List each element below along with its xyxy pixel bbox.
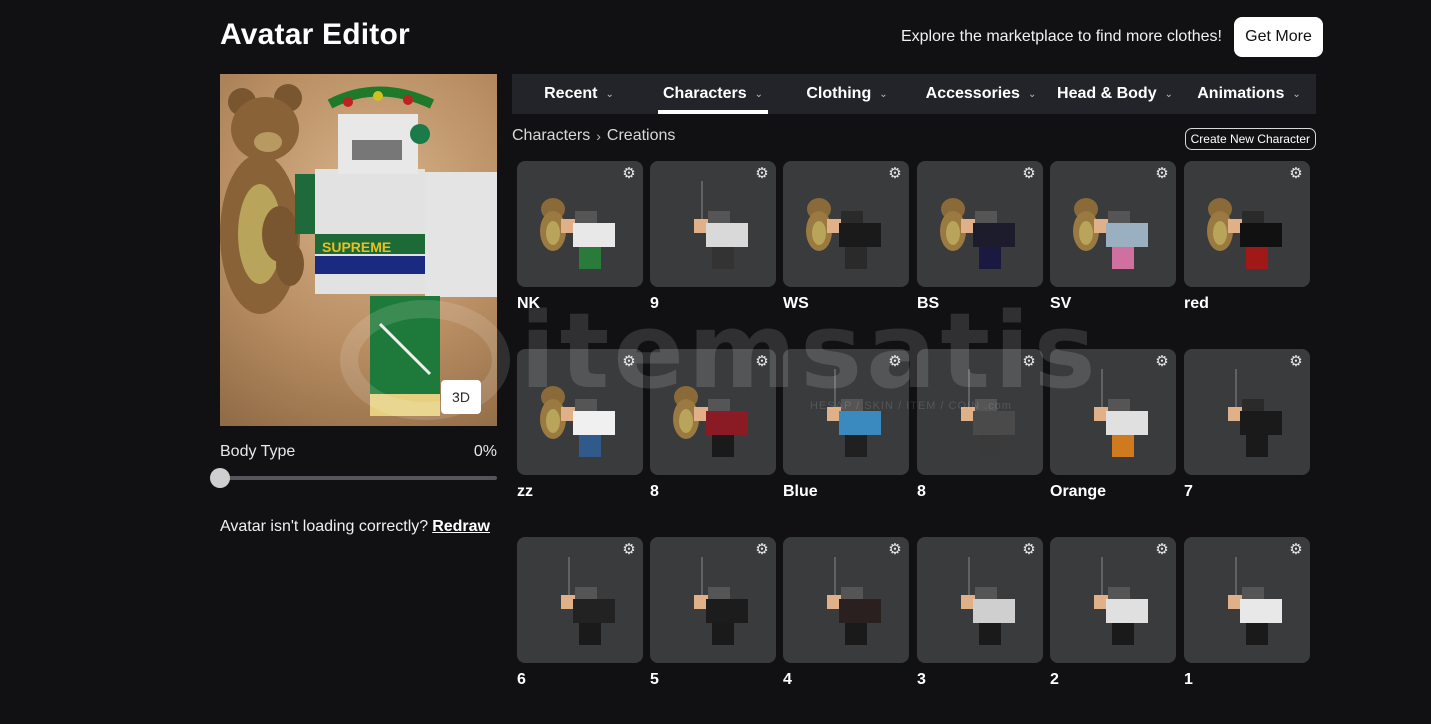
chevron-down-icon: ⌄ <box>754 88 763 100</box>
character-name[interactable]: WS <box>783 295 809 313</box>
breadcrumb: Characters › Creations <box>512 127 675 145</box>
character-thumbnail <box>694 557 748 645</box>
chevron-down-icon: ⌄ <box>605 88 614 100</box>
character-card[interactable]: ⚙ <box>517 161 643 287</box>
create-new-character-button[interactable]: Create New Character <box>1184 128 1316 150</box>
character-thumbnail <box>1073 198 1148 269</box>
character-thumbnail <box>1207 198 1282 269</box>
character-name[interactable]: Orange <box>1050 483 1106 501</box>
character-card[interactable]: ⚙ <box>650 537 776 663</box>
character-name[interactable]: NK <box>517 295 540 313</box>
tab-accessories[interactable]: Accessories ⌄ <box>914 74 1048 114</box>
character-card[interactable]: ⚙ <box>917 161 1043 287</box>
character-thumbnail <box>1228 557 1282 645</box>
character-card[interactable]: ⚙ <box>1050 161 1176 287</box>
tab-label: Animations <box>1197 85 1285 102</box>
character-thumbnail <box>561 557 615 645</box>
character-card[interactable]: ⚙ <box>1050 537 1176 663</box>
character-card[interactable]: ⚙ <box>917 537 1043 663</box>
tab-clothing[interactable]: Clothing ⌄ <box>780 74 914 114</box>
character-card[interactable]: ⚙ <box>1184 161 1310 287</box>
tab-recent[interactable]: Recent ⌄ <box>512 74 646 114</box>
chevron-down-icon: ⌄ <box>1164 88 1173 100</box>
character-thumbnail <box>1094 557 1148 645</box>
character-card[interactable]: ⚙ <box>1184 349 1310 475</box>
character-name[interactable]: SV <box>1050 295 1071 313</box>
chevron-down-icon: ⌄ <box>1027 88 1037 100</box>
character-name[interactable]: 7 <box>1184 483 1193 501</box>
character-name[interactable]: 3 <box>917 671 926 689</box>
avatar-preview[interactable]: SUPREME 3D <box>220 74 497 426</box>
character-card[interactable]: ⚙ <box>1050 349 1176 475</box>
character-card[interactable]: ⚙ <box>517 537 643 663</box>
character-card[interactable]: ⚙ <box>650 349 776 475</box>
character-name[interactable]: Blue <box>783 483 818 501</box>
character-thumbnail <box>1094 369 1148 457</box>
character-thumbnail <box>1228 369 1282 457</box>
character-thumbnail <box>961 557 1015 645</box>
breadcrumb-parent[interactable]: Characters <box>512 127 590 145</box>
character-name[interactable]: 1 <box>1184 671 1193 689</box>
tab-label: Recent <box>544 85 598 102</box>
tab-label: Characters <box>663 85 747 102</box>
tab-animations[interactable]: Animations ⌄ <box>1182 74 1316 114</box>
character-name[interactable]: 5 <box>650 671 659 689</box>
breadcrumb-current: Creations <box>606 127 676 144</box>
teddy-bear-accessory <box>220 84 304 314</box>
character-card[interactable]: ⚙ <box>783 161 909 287</box>
tab-characters[interactable]: Characters ⌄ <box>646 74 780 114</box>
tab-label: Head & Body <box>1057 85 1157 102</box>
character-name[interactable]: 9 <box>650 295 659 313</box>
redraw-row: Avatar isn't loading correctly? Redraw <box>220 518 490 536</box>
character-name[interactable]: 2 <box>1050 671 1059 689</box>
body-type-value: 0% <box>473 443 497 460</box>
character-thumbnail <box>827 557 881 645</box>
character-card[interactable]: ⚙ <box>517 349 643 475</box>
character-card[interactable]: ⚙ <box>917 349 1043 475</box>
body-type-slider-thumb[interactable] <box>210 468 230 488</box>
body-type-slider-track[interactable] <box>220 476 497 480</box>
character-card[interactable]: ⚙ <box>1184 537 1310 663</box>
character-name[interactable]: 6 <box>517 671 526 689</box>
character-name[interactable]: 8 <box>650 483 659 501</box>
body-type-label: Body Type <box>220 443 296 460</box>
character-card[interactable]: ⚙ <box>650 161 776 287</box>
svg-text:SUPREME: SUPREME <box>322 239 391 255</box>
character-thumbnail <box>673 386 748 457</box>
character-thumbnail <box>540 198 615 269</box>
character-card[interactable]: ⚙ <box>783 349 909 475</box>
tab-label: Clothing <box>806 85 872 102</box>
body-type-row: Body Type 0% <box>220 443 497 461</box>
promo-text: Explore the marketplace to find more clo… <box>900 28 1222 45</box>
character-name[interactable]: red <box>1184 295 1209 313</box>
character-name[interactable]: 4 <box>783 671 792 689</box>
view-3d-button[interactable]: 3D <box>441 380 481 414</box>
redraw-prompt: Avatar isn't loading correctly? <box>220 518 429 535</box>
character-thumbnail <box>806 198 881 269</box>
tab-head-body[interactable]: Head & Body ⌄ <box>1048 74 1182 114</box>
character-thumbnail <box>961 369 1015 457</box>
get-more-button[interactable]: Get More <box>1234 17 1323 57</box>
page-title: Avatar Editor <box>220 18 410 51</box>
promo-bar: Explore the marketplace to find more clo… <box>901 17 1323 57</box>
chevron-down-icon: ⌄ <box>1292 88 1301 100</box>
character-thumbnail <box>827 369 881 457</box>
redraw-link[interactable]: Redraw <box>432 518 490 535</box>
character-thumbnail <box>940 198 1015 269</box>
chevron-right-icon: › <box>596 128 601 144</box>
category-tabs: Recent ⌄ Characters ⌄ Clothing ⌄ Accessorie… <box>512 74 1316 114</box>
character-thumbnail <box>694 181 748 269</box>
character-name[interactable]: 8 <box>917 483 926 501</box>
character-card[interactable]: ⚙ <box>783 537 909 663</box>
chevron-down-icon: ⌄ <box>879 88 888 100</box>
tab-label: Accessories <box>925 85 1020 102</box>
character-thumbnail <box>540 386 615 457</box>
character-name[interactable]: zz <box>517 483 533 501</box>
avatar-render: SUPREME <box>220 84 497 416</box>
character-name[interactable]: BS <box>917 295 939 313</box>
